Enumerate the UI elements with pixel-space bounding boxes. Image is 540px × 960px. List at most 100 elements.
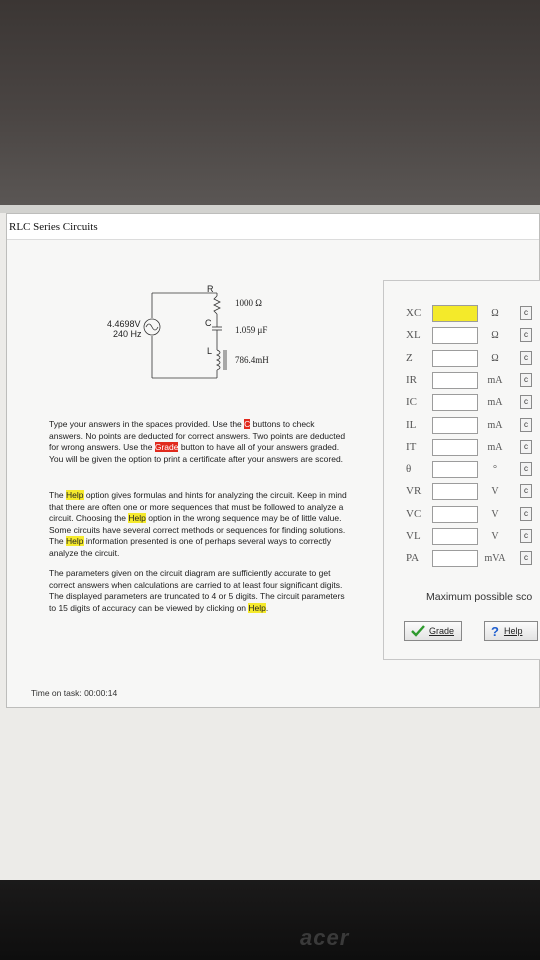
check-icon	[411, 625, 425, 637]
answer-row-xl: XL Ωc	[384, 327, 540, 347]
unit-label: V	[491, 531, 499, 542]
help-button[interactable]: ? Help	[484, 621, 538, 641]
p3-text-a: The parameters given on the circuit diag…	[49, 568, 345, 613]
variable-label: VC	[406, 507, 422, 520]
question-icon: ?	[491, 623, 499, 639]
timer-value: 00:00:14	[84, 688, 118, 698]
p2-text-a: The	[49, 490, 67, 500]
help-highlight: Help	[248, 602, 266, 613]
answer-input-vr[interactable]	[432, 483, 478, 501]
grade-highlight: Grade	[154, 442, 179, 453]
p1-text-a: Type your answers in the spaces provided…	[49, 419, 245, 429]
p2-text-d: information presented is one of perhaps …	[49, 536, 332, 558]
instructions-paragraph-3: The parameters given on the circuit diag…	[49, 568, 349, 614]
inductor-label: L	[207, 346, 212, 356]
check-button-xc[interactable]: c	[520, 306, 532, 320]
monitor-bezel-top	[0, 0, 540, 205]
variable-label: IR	[406, 373, 417, 386]
answer-input-xl[interactable]	[432, 327, 478, 345]
unit-label: V	[491, 508, 499, 520]
variable-label: IT	[406, 440, 417, 453]
answer-input-z[interactable]	[432, 349, 478, 367]
answer-input-il[interactable]	[432, 416, 478, 434]
answer-row-il: IL mA c	[384, 416, 540, 437]
unit-label: mA	[487, 397, 503, 409]
check-button-il[interactable]: c	[520, 417, 532, 432]
answer-input-vl[interactable]	[432, 528, 478, 545]
answer-input-vc[interactable]	[432, 505, 478, 523]
inductor-symbol	[215, 349, 221, 371]
unit-label: mA	[487, 441, 503, 453]
check-button-θ[interactable]: c	[520, 462, 532, 477]
variable-label: XC	[406, 307, 422, 319]
max-score-label: Maximum possible sco	[426, 591, 533, 603]
answer-row-ic: IC mA c	[384, 394, 540, 414]
monitor-bezel-bottom: acer	[0, 880, 540, 960]
resistance-value: 1000 Ω	[235, 298, 262, 308]
answer-row-it: IT mA c	[384, 438, 540, 459]
help-highlight: Help	[66, 490, 84, 500]
capacitor-label: C	[205, 318, 212, 328]
unit-label: mA	[487, 374, 503, 386]
unit-label: Ω	[491, 352, 499, 364]
check-button-xl[interactable]: c	[520, 328, 532, 343]
answer-row-vl: VL Vc	[384, 528, 540, 548]
unit-label: mA	[487, 419, 503, 431]
window-title: RLC Series Circuits	[7, 214, 539, 240]
variable-label: IL	[406, 418, 417, 431]
p3-text-b: .	[265, 602, 269, 613]
desktop-strip	[0, 205, 540, 213]
monitor-brand-logo: acer	[300, 925, 350, 950]
help-button-label: Help	[503, 626, 523, 636]
answer-row-pa: PA mVA c	[384, 550, 540, 570]
capacitance-value: 1.059 μF	[235, 325, 267, 335]
answer-input-pa[interactable]	[432, 550, 478, 568]
variable-label: Z	[406, 351, 413, 364]
answer-row-z: Z Ωc	[384, 349, 540, 370]
help-highlight: Help	[66, 536, 84, 547]
resistor-label: R	[207, 284, 214, 294]
answers-panel: XC Ωc XL Ωc Z Ωc IR mA c IC mA c IL mA c IT mA c θ ° c VR Vc VC…	[383, 280, 540, 660]
timer-label: Time on task:	[31, 688, 82, 698]
sine-icon	[145, 323, 159, 331]
answer-row-vr: VR Vc	[384, 483, 540, 503]
variable-label: XL	[406, 329, 421, 342]
answer-input-ir[interactable]	[432, 371, 478, 389]
check-button-z[interactable]: c	[520, 350, 532, 365]
answer-input-it[interactable]	[432, 438, 478, 456]
answer-input-xc[interactable]	[432, 305, 478, 322]
app-window: RLC Series Circuits R C L 1000 Ω 1.059 μ…	[6, 213, 540, 708]
check-button-ic[interactable]: c	[520, 395, 532, 410]
unit-label: Ω	[491, 330, 499, 342]
source-voltage: 4.4698V	[107, 319, 141, 329]
screen: RLC Series Circuits R C L 1000 Ω 1.059 μ…	[0, 205, 540, 880]
unit-label: mVA	[484, 553, 506, 565]
check-button-it[interactable]: c	[520, 439, 532, 454]
source-frequency: 240 Hz	[113, 329, 142, 339]
time-on-task: Time on task: 00:00:14	[31, 688, 117, 698]
instructions-paragraph-2: The Help option gives formulas and hints…	[49, 490, 349, 560]
check-button-ir[interactable]: c	[520, 372, 532, 387]
variable-label: θ	[406, 463, 412, 476]
variable-label: PA	[406, 552, 420, 565]
resistor-symbol	[213, 295, 221, 315]
grade-button-label: Grade	[429, 626, 455, 636]
unit-label: V	[491, 486, 499, 498]
answer-input-θ[interactable]	[432, 461, 478, 479]
check-button-vr[interactable]: c	[520, 484, 532, 499]
variable-label: VR	[406, 485, 422, 498]
instructions-paragraph-1: Type your answers in the spaces provided…	[49, 419, 349, 465]
help-highlight: Help	[128, 513, 146, 524]
answer-row-vc: VC Vc	[384, 505, 540, 526]
grade-button[interactable]: Grade	[404, 621, 462, 641]
unit-label: °	[493, 464, 497, 476]
answer-row-xc: XC Ωc	[384, 305, 540, 325]
unit-label: Ω	[491, 308, 499, 319]
check-button-vl[interactable]: c	[520, 529, 532, 543]
circuit-diagram: R C L 1000 Ω 1.059 μF 786.4mH 4.4698V 24…	[107, 284, 269, 379]
variable-label: IC	[406, 396, 417, 409]
check-button-pa[interactable]: c	[520, 551, 532, 566]
inductance-value: 786.4mH	[235, 355, 269, 365]
check-button-vc[interactable]: c	[520, 506, 532, 521]
answer-input-ic[interactable]	[432, 394, 478, 412]
